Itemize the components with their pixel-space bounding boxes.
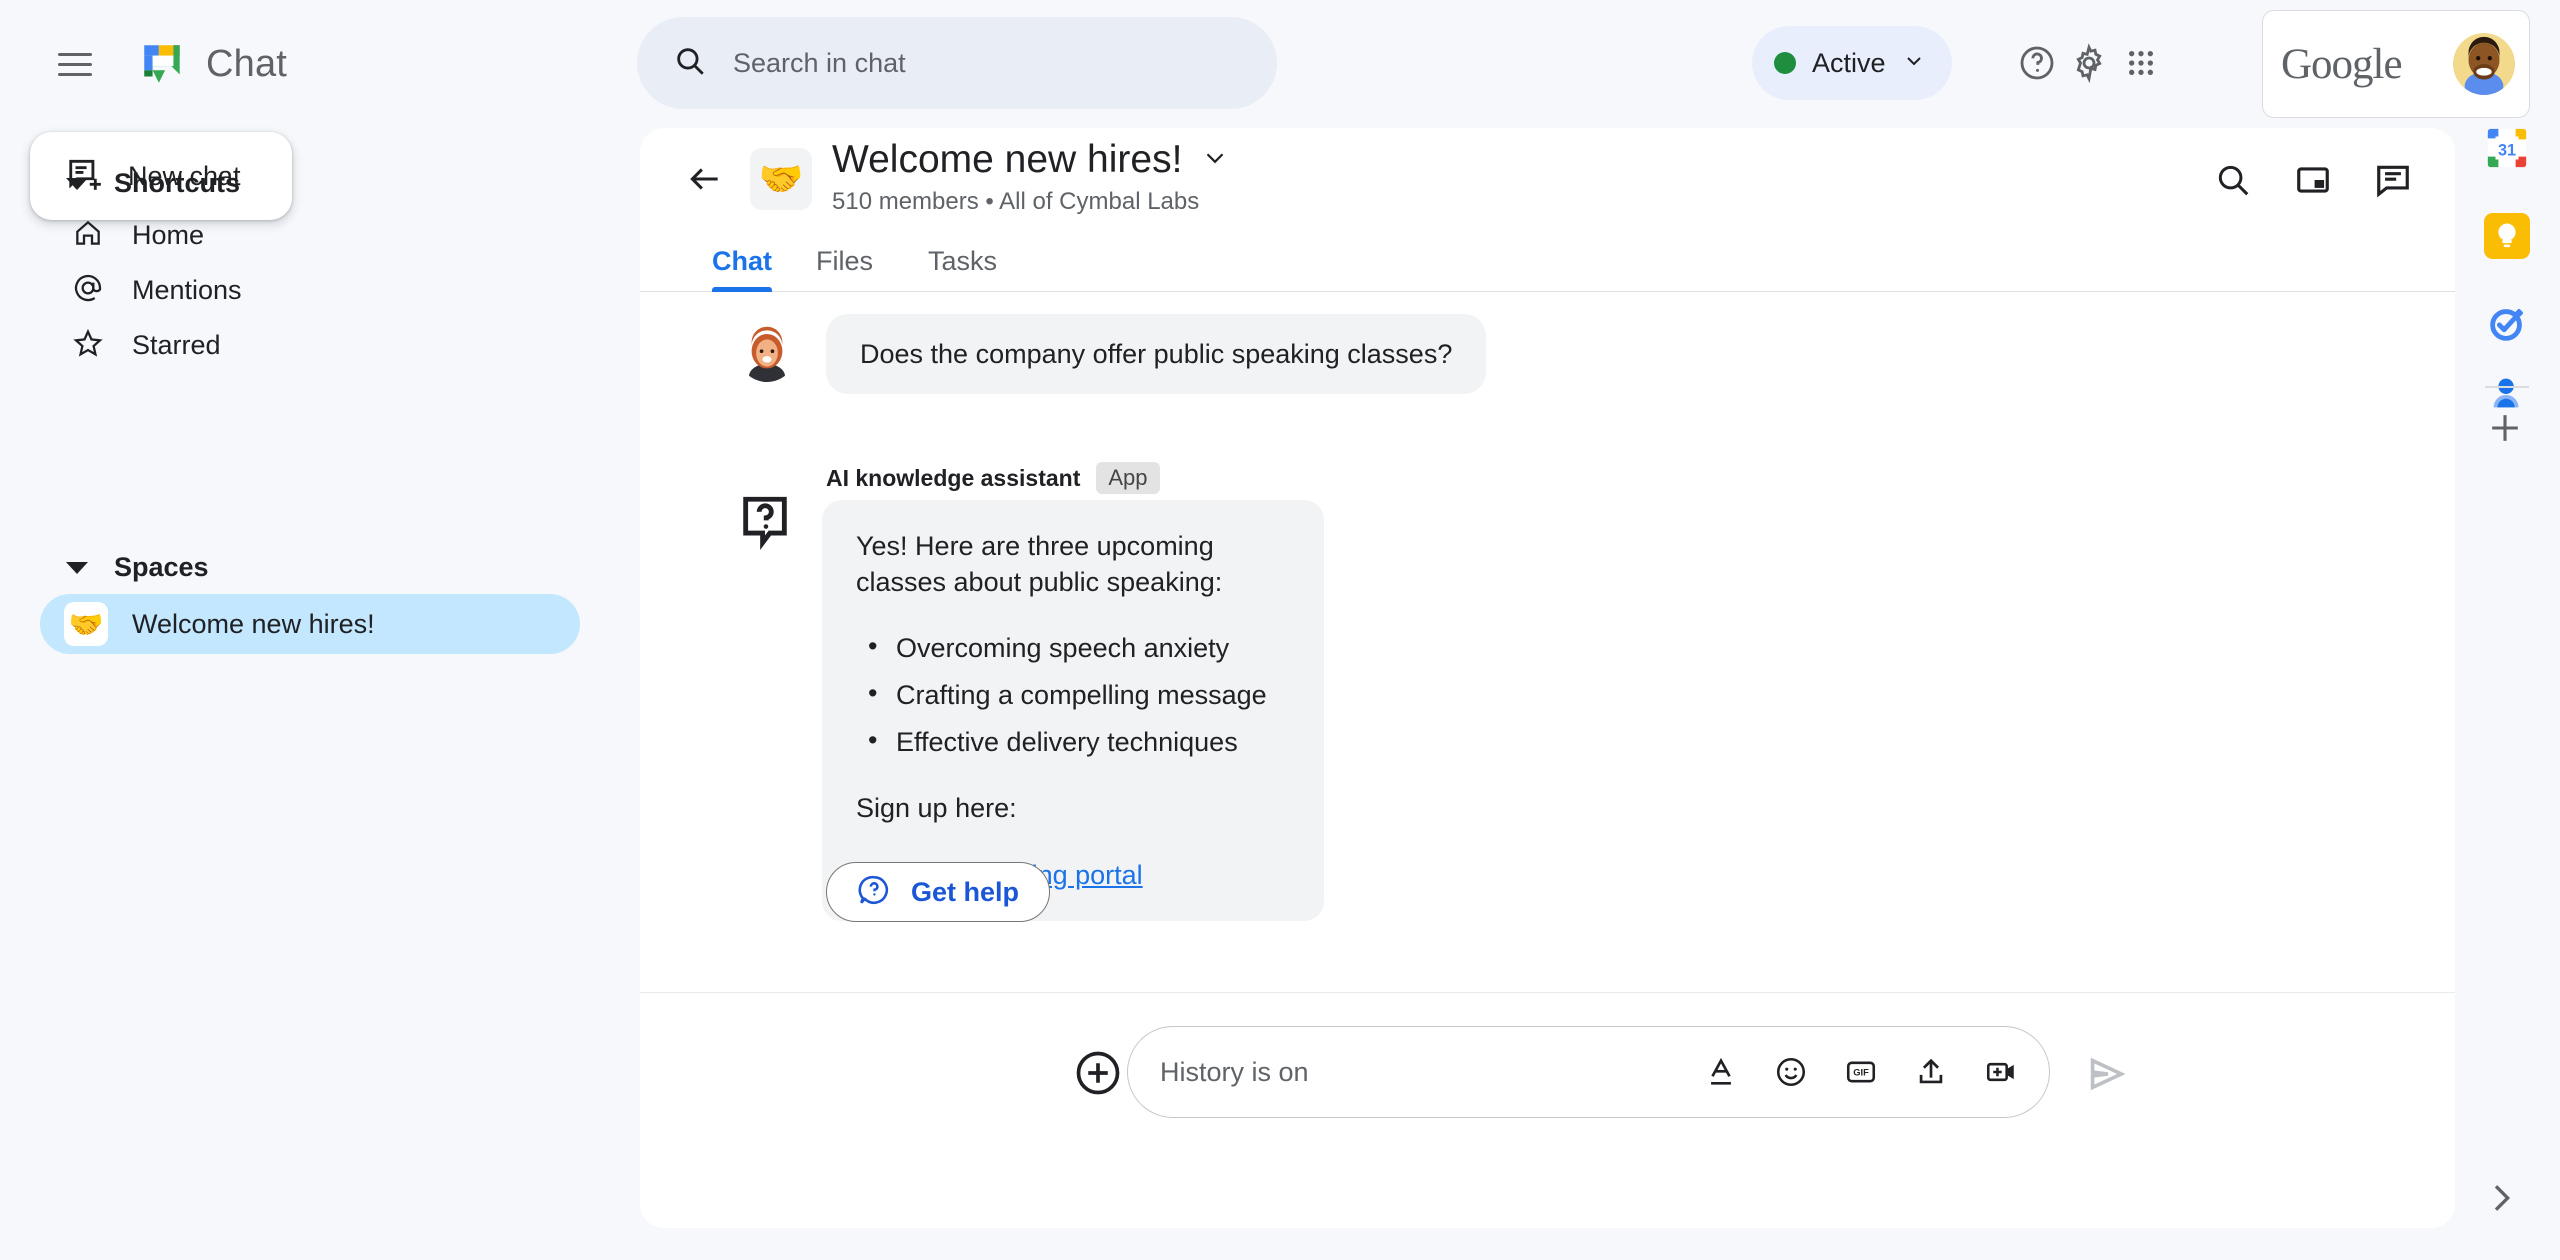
shortcuts-section-header[interactable]: Shortcuts [66, 168, 240, 199]
status-dot [1774, 52, 1796, 74]
conversation-actions [2207, 154, 2419, 206]
google-keep-icon[interactable] [2483, 212, 2531, 260]
conversation-emoji: 🤝 [750, 148, 812, 210]
google-wordmark: Google [2281, 40, 2403, 88]
conversation-header: 🤝 Welcome new hires! 510 members • All o… [640, 128, 2455, 230]
page-title: Welcome new hires! [832, 138, 1183, 181]
message-bubble-ai: Yes! Here are three upcoming classes abo… [822, 500, 1324, 922]
star-icon [72, 327, 104, 364]
sidebar-item-home[interactable]: Home [40, 207, 580, 263]
main-panel: 🤝 Welcome new hires! 510 members • All o… [640, 128, 2455, 1228]
hamburger-menu-icon[interactable] [58, 42, 102, 86]
google-chat-app: Chat Search in chat Active Google New ch… [0, 0, 2560, 1260]
sidebar-item-mentions[interactable]: Mentions [40, 262, 580, 318]
spaces-title: Spaces [114, 552, 209, 582]
handshake-icon: 🤝 [64, 602, 108, 646]
avatar[interactable] [738, 324, 796, 382]
status-label: Active [1812, 47, 1886, 78]
composer-tools: GIF [1697, 1048, 2025, 1096]
chevron-down-icon [1902, 49, 1926, 78]
upload-icon[interactable] [1907, 1048, 1955, 1096]
account-chip[interactable]: Google [2262, 10, 2530, 118]
emoji-icon[interactable] [1767, 1048, 1815, 1096]
picture-in-picture-icon[interactable] [2287, 154, 2339, 206]
conversation-title-row[interactable]: Welcome new hires! [832, 138, 1230, 182]
message-input[interactable]: History is on GIF [1127, 1026, 2050, 1118]
plus-icon[interactable] [2483, 406, 2531, 454]
get-help-label: Get help [911, 876, 1020, 907]
get-help-button[interactable]: Get help [826, 862, 1051, 922]
sidebar-item-label: Starred [132, 329, 221, 360]
chevron-right-icon[interactable] [2481, 1178, 2529, 1226]
list-item: Overcoming speech anxiety [856, 633, 1290, 662]
ai-class-list: Overcoming speech anxiety Crafting a com… [856, 633, 1290, 756]
at-mention-icon [72, 272, 104, 309]
svg-text:GIF: GIF [1853, 1068, 1869, 1078]
plus-circle-icon[interactable] [1072, 1047, 1128, 1103]
brand: Chat [138, 39, 287, 89]
spaces-section-header[interactable]: Spaces [66, 552, 209, 583]
top-bar: Chat Search in chat Active Google [0, 0, 2560, 128]
ai-intro-text: Yes! Here are three upcoming classes abo… [856, 531, 1223, 598]
chevron-down-icon [66, 561, 88, 574]
search-icon [673, 44, 707, 83]
conversation-subtitle: 510 members • All of Cymbal Labs [832, 188, 1200, 215]
help-circle-icon[interactable] [2010, 36, 2064, 90]
sidebar-space-welcome-new-hires[interactable]: 🤝 Welcome new hires! [40, 594, 580, 654]
question-bubble-icon [736, 492, 794, 550]
conversation-tabs: Chat Files Tasks [640, 230, 2455, 292]
sidebar-item-label: Mentions [132, 274, 242, 305]
sidebar-item-label: Home [132, 219, 205, 250]
conversation-titles: Welcome new hires! 510 members • All of … [832, 138, 1230, 216]
message-list: Does the company offer public speaking c… [640, 292, 2455, 1054]
chevron-down-icon[interactable] [1200, 143, 1230, 178]
apps-grid-icon[interactable] [2114, 36, 2168, 90]
question-bubble-icon [857, 873, 891, 912]
gif-icon[interactable]: GIF [1837, 1048, 1885, 1096]
list-item: Crafting a compelling message [856, 680, 1290, 709]
message-bubble-user: Does the company offer public speaking c… [826, 314, 1487, 395]
message-sender-row: AI knowledge assistant App [826, 462, 1160, 494]
tab-files[interactable]: Files [816, 230, 873, 292]
right-rail: 31 [2455, 128, 2560, 1260]
ai-signup-text: Sign up here: [856, 792, 1017, 823]
message-input-placeholder: History is on [1160, 1056, 1309, 1087]
left-sidebar: New chat Shortcuts Home Mentions Starred… [0, 128, 640, 1260]
rail-divider [2485, 386, 2529, 388]
calendar-day-number: 31 [2498, 142, 2516, 160]
chevron-down-icon [66, 177, 88, 190]
google-chat-logo [138, 39, 188, 89]
tab-chat[interactable]: Chat [712, 230, 772, 292]
app-title: Chat [206, 42, 288, 85]
send-button[interactable] [2083, 1051, 2133, 1101]
message-sender-name: AI knowledge assistant [826, 464, 1081, 491]
format-text-icon[interactable] [1697, 1048, 1745, 1096]
message-composer: History is on GIF [640, 992, 2455, 1228]
google-tasks-icon[interactable] [2483, 300, 2531, 348]
gear-icon[interactable] [2062, 36, 2116, 90]
status-pill[interactable]: Active [1752, 26, 1952, 100]
search-input[interactable]: Search in chat [637, 17, 1277, 109]
list-item: Effective delivery techniques [856, 727, 1290, 756]
add-video-icon[interactable] [1977, 1048, 2025, 1096]
sidebar-item-starred[interactable]: Starred [40, 317, 580, 373]
threads-icon[interactable] [2367, 154, 2419, 206]
google-calendar-icon[interactable]: 31 [2483, 124, 2531, 172]
avatar[interactable] [2453, 33, 2515, 95]
search-placeholder: Search in chat [733, 47, 906, 78]
back-arrow-icon[interactable] [680, 154, 730, 204]
app-badge: App [1096, 462, 1160, 494]
tab-tasks[interactable]: Tasks [928, 230, 997, 292]
home-icon [72, 217, 104, 254]
space-label: Welcome new hires! [132, 608, 375, 639]
search-icon[interactable] [2207, 154, 2259, 206]
shortcuts-title: Shortcuts [114, 168, 241, 198]
